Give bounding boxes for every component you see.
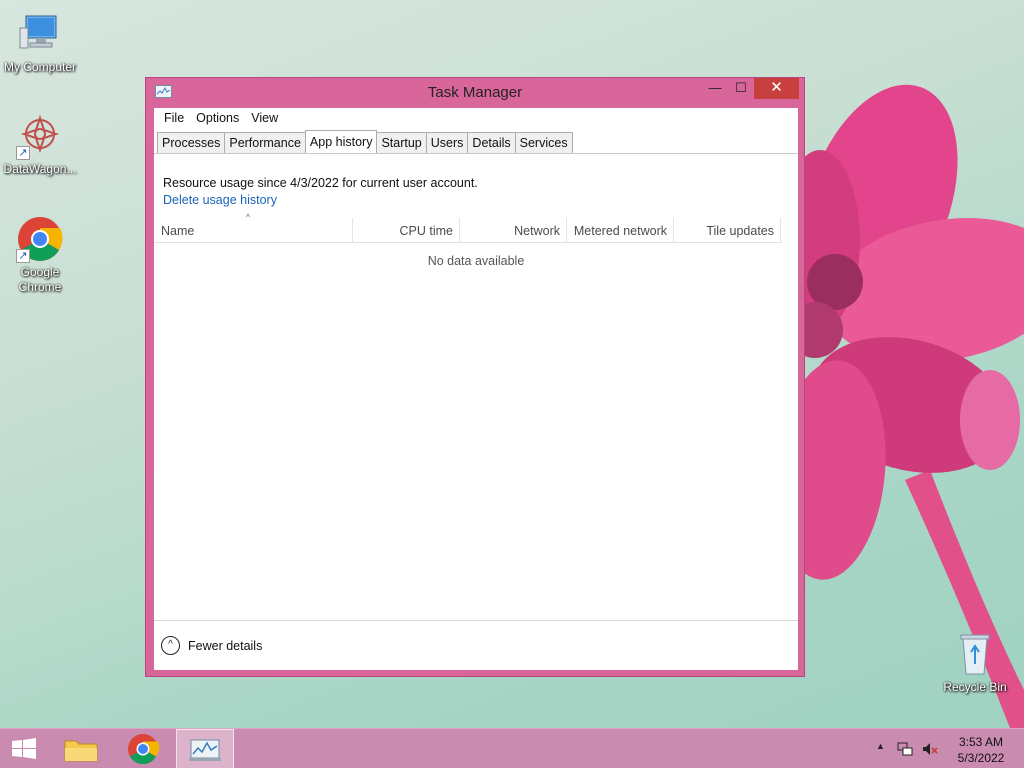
footer-divider: [154, 620, 798, 621]
clock-time: 3:53 AM: [958, 735, 1004, 749]
column-header-row: ^ Name CPU time Network Metered network …: [154, 212, 782, 243]
desktop-icon-label: My Computer: [3, 60, 77, 74]
desktop-icon-label: Recycle Bin: [943, 680, 1007, 694]
close-button[interactable]: ✕: [754, 78, 799, 99]
tab-strip-divider: [154, 153, 798, 154]
minimize-button[interactable]: —: [702, 78, 728, 99]
network-icon[interactable]: [896, 741, 914, 768]
menu-bar: File Options View: [154, 108, 798, 128]
fewer-details-label: Fewer details: [188, 638, 263, 653]
tab-app-history[interactable]: App history: [304, 130, 378, 153]
tab-performance[interactable]: Performance: [224, 132, 306, 153]
desktop-icon-datawagon[interactable]: ↗ DataWagon...: [0, 112, 80, 177]
desktop-icon-label: Google Chrome: [18, 265, 62, 294]
datawagon-icon: ↗: [16, 112, 64, 160]
clock-date: 5/3/2022: [957, 751, 1005, 765]
start-button[interactable]: [0, 729, 48, 768]
desktop-icon-google-chrome[interactable]: ↗ Google Chrome: [0, 215, 80, 295]
tab-services[interactable]: Services: [514, 132, 573, 153]
column-header-tile-updates[interactable]: Tile updates: [674, 218, 781, 243]
tab-startup[interactable]: Startup: [376, 132, 427, 153]
desktop-icon-recycle-bin[interactable]: Recycle Bin: [935, 630, 1015, 695]
column-header-metered-network[interactable]: Metered network: [567, 218, 674, 243]
taskbar-google-chrome[interactable]: [114, 729, 172, 768]
menu-file[interactable]: File: [158, 111, 190, 128]
window-client-area: File Options View Processes Performance …: [154, 108, 798, 670]
desktop-icon-my-computer[interactable]: My Computer: [0, 10, 80, 75]
recycle-bin-icon: [951, 630, 999, 678]
show-hidden-icons-button[interactable]: ▲: [876, 741, 885, 768]
tab-users[interactable]: Users: [425, 132, 469, 153]
sort-ascending-icon: ^: [246, 212, 251, 222]
menu-options[interactable]: Options: [190, 111, 245, 128]
maximize-button[interactable]: ☐: [728, 78, 754, 99]
volume-muted-icon[interactable]: [921, 741, 939, 768]
system-clock[interactable]: 3:53 AM 5/3/2022: [948, 734, 1014, 766]
title-bar[interactable]: Task Manager — ☐ ✕: [146, 78, 804, 106]
taskbar: ▲ 3:53 AM 5/3/2022: [0, 728, 1024, 768]
resource-usage-info: Resource usage since 4/3/2022 for curren…: [163, 176, 478, 190]
chevron-up-circle-icon: ^: [161, 636, 180, 655]
shortcut-arrow-icon: ↗: [16, 146, 30, 160]
taskbar-file-explorer[interactable]: [52, 729, 110, 768]
task-manager-icon: [189, 739, 221, 761]
computer-icon: [16, 10, 64, 58]
task-manager-window: Task Manager — ☐ ✕ File Options View Pro…: [145, 77, 805, 677]
taskbar-task-manager[interactable]: [176, 729, 234, 768]
column-header-label: Name: [161, 224, 195, 238]
chrome-icon: ↗: [16, 215, 64, 263]
menu-view[interactable]: View: [245, 111, 284, 128]
chrome-icon: [128, 734, 160, 765]
desktop-icon-label: DataWagon...: [3, 162, 77, 176]
fewer-details-button[interactable]: ^ Fewer details: [161, 636, 262, 655]
column-header-cpu-time[interactable]: CPU time: [353, 218, 460, 243]
windows-logo-icon: [12, 738, 36, 759]
empty-list-message: No data available: [427, 254, 525, 268]
column-header-network[interactable]: Network: [460, 218, 567, 243]
folder-icon: [64, 740, 98, 762]
tab-details[interactable]: Details: [467, 132, 516, 153]
shortcut-arrow-icon: ↗: [16, 249, 30, 263]
tab-strip: Processes Performance App history Startu…: [157, 130, 573, 153]
tab-processes[interactable]: Processes: [157, 132, 226, 153]
column-header-name[interactable]: ^ Name: [154, 212, 353, 243]
delete-usage-history-link[interactable]: Delete usage history: [163, 193, 277, 207]
